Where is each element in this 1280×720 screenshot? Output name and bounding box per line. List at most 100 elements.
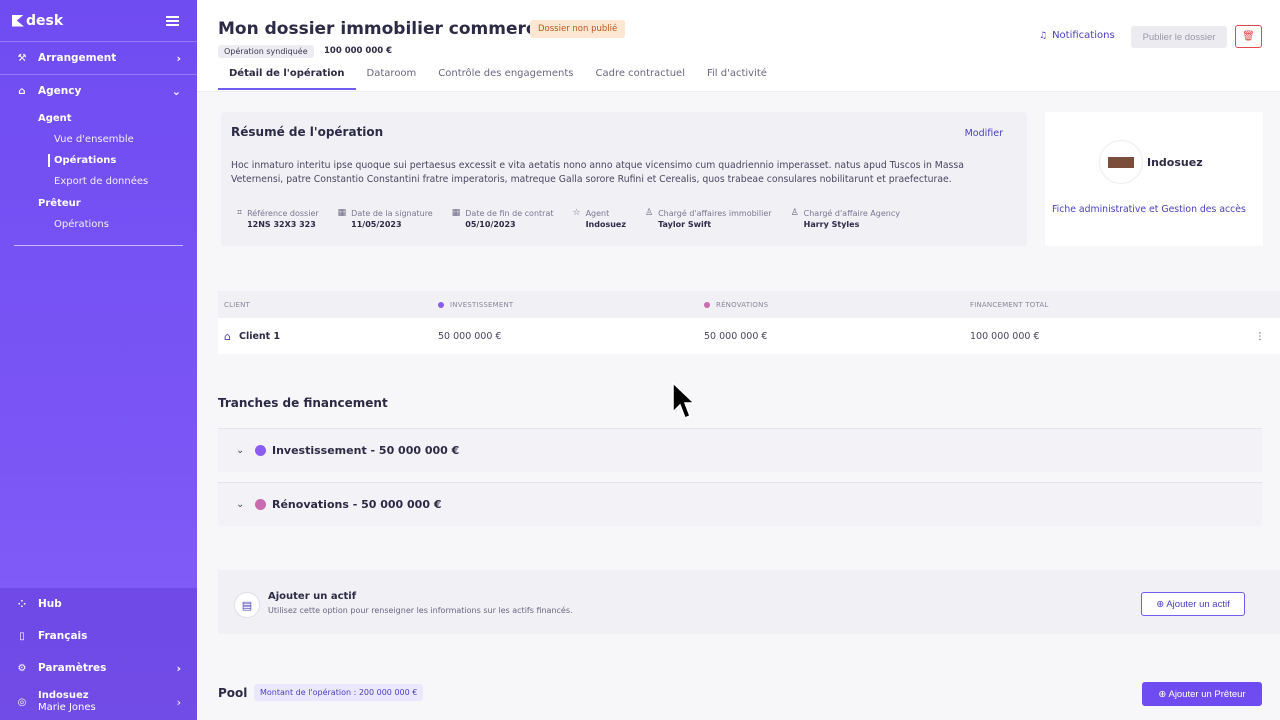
sidebar-item-label: Hub xyxy=(38,598,62,610)
summary-meta-row: ⌗ Référence dossier 12NS 32X3 323 ▦ Date … xyxy=(237,208,919,230)
page-title: Mon dossier immobilier commercial xyxy=(218,19,560,39)
asset-document-icon: ▤ xyxy=(234,592,260,618)
delete-button[interactable]: 🗑 xyxy=(1235,25,1262,48)
sidebar-item-label: Agency xyxy=(38,85,82,97)
tranche-label: Investissement - 50 000 000 € xyxy=(272,444,460,457)
page-header: Mon dossier immobilier commercial Dossie… xyxy=(197,0,1280,92)
tranche-renovations[interactable]: ⌄ Rénovations - 50 000 000 € xyxy=(218,482,1262,526)
cell-total: 100 000 000 € xyxy=(970,330,1040,342)
sidebar-header: desk xyxy=(0,0,197,42)
header-renovations: RÉNOVATIONS xyxy=(704,301,970,309)
tab-commitments-control[interactable]: Contrôle des engagements xyxy=(427,62,584,90)
user-icon: ♙ xyxy=(790,208,799,218)
sidebar-item-operations[interactable]: Opérations xyxy=(0,150,197,171)
meta-value: 11/05/2023 xyxy=(351,220,402,229)
sidebar-divider xyxy=(14,245,183,246)
chevron-right-icon: › xyxy=(176,695,181,709)
sidebar-section-lender: Prêteur xyxy=(38,198,81,209)
tab-operation-detail[interactable]: Détail de l'opération xyxy=(218,62,356,90)
tab-contract-framework[interactable]: Cadre contractuel xyxy=(585,62,696,90)
meta-value: 05/10/2023 xyxy=(465,220,516,229)
more-options-icon[interactable]: ⋮ xyxy=(1240,331,1280,342)
tranches-title: Tranches de financement xyxy=(218,396,388,410)
add-asset-button-label: Ajouter un actif xyxy=(1166,598,1230,610)
add-asset-title: Ajouter un actif xyxy=(268,591,357,602)
cell-client: ⌂ Client 1 xyxy=(218,330,438,343)
sidebar-item-overview[interactable]: Vue d'ensemble xyxy=(0,129,197,150)
add-lender-button[interactable]: ⊕ Ajouter un Prêteur xyxy=(1142,682,1262,706)
user-icon: ♙ xyxy=(645,208,654,218)
chevron-right-icon: › xyxy=(176,661,181,675)
main-content: Mon dossier immobilier commercial Dossie… xyxy=(197,0,1280,720)
cell-investissement: 50 000 000 € xyxy=(438,330,502,342)
mouse-cursor-icon xyxy=(672,382,696,419)
tag-icon: ⌗ xyxy=(237,208,243,218)
add-lender-button-label: Ajouter un Prêteur xyxy=(1168,688,1246,700)
admin-access-link[interactable]: Fiche administrative et Gestion des accè… xyxy=(1052,204,1246,215)
add-asset-panel: ▤ Ajouter un actif Utilisez cette option… xyxy=(218,570,1280,634)
chevron-down-icon: ⌄ xyxy=(171,84,181,98)
add-asset-button[interactable]: ⊕ Ajouter un actif xyxy=(1141,592,1245,616)
pool-title: Pool xyxy=(218,686,248,700)
meta-value: Indosuez xyxy=(585,220,626,229)
agent-name: Indosuez xyxy=(1147,156,1203,169)
header-label: INVESTISSEMENT xyxy=(450,300,514,309)
user-name: Marie Jones xyxy=(38,702,96,713)
user-menu[interactable]: ◎ Indosuez Marie Jones › xyxy=(0,684,197,720)
table-row[interactable]: ⌂ Client 1 50 000 000 € 50 000 000 € 100… xyxy=(218,318,1280,354)
user-info: Indosuez Marie Jones xyxy=(38,690,177,714)
investissement-dot xyxy=(438,301,444,308)
calendar-icon: ▦ xyxy=(337,208,347,218)
table-header: CLIENT INVESTISSEMENT RÉNOVATIONS FINANC… xyxy=(218,291,1280,318)
bank-logo-icon xyxy=(1108,156,1134,168)
meta-real-estate-manager: ♙ Chargé d'affaires immobilier Taylor Swi… xyxy=(645,208,772,230)
notifications-button[interactable]: ♫ Notifications xyxy=(1039,30,1115,41)
meta-agency-manager: ♙ Chargé d'affaire Agency Harry Styles xyxy=(791,208,900,230)
publish-button[interactable]: Publier le dossier xyxy=(1131,26,1227,48)
header-total: FINANCEMENT TOTAL xyxy=(970,300,1049,309)
bell-icon: ♫ xyxy=(1039,30,1048,41)
meta-label: Date de la signature xyxy=(351,209,433,218)
sidebar-item-language[interactable]: ▯ Français xyxy=(0,620,197,652)
hamburger-menu-icon[interactable] xyxy=(166,15,179,26)
sidebar-item-arrangement[interactable]: ⚒ Arrangement › xyxy=(0,42,197,74)
chevron-right-icon: › xyxy=(176,51,181,65)
tab-bar: Détail de l'opération Dataroom Contrôle … xyxy=(218,62,778,90)
sidebar-bottom-nav: ⁘ Hub ▯ Français ⚙ Paramètres › ◎ Indosu… xyxy=(0,588,197,720)
tab-dataroom[interactable]: Dataroom xyxy=(356,62,428,90)
gear-icon: ⚙ xyxy=(17,662,27,674)
tranche-color-dot xyxy=(255,499,266,510)
status-badge: Dossier non publié xyxy=(530,20,626,38)
sidebar-item-hub[interactable]: ⁘ Hub xyxy=(0,588,197,620)
meta-agent: ☆ Agent Indosuez xyxy=(572,208,626,230)
chevron-down-icon: ⌄ xyxy=(236,499,245,510)
sidebar-item-data-export[interactable]: Export de données xyxy=(0,171,197,192)
calendar-icon: ▦ xyxy=(451,208,461,218)
cell-renovations: 50 000 000 € xyxy=(704,330,768,342)
tranche-investissement[interactable]: ⌄ Investissement - 50 000 000 € xyxy=(218,428,1262,472)
sidebar-item-lender-operations[interactable]: Opérations xyxy=(0,214,197,235)
meta-label: Chargé d'affaire Agency xyxy=(803,209,900,218)
summary-title: Résumé de l'opération xyxy=(231,125,384,139)
meta-signature-date: ▦ Date de la signature 11/05/2023 xyxy=(338,208,433,230)
meta-label: Référence dossier xyxy=(247,209,319,218)
user-org: Indosuez xyxy=(38,690,89,701)
header-client: CLIENT xyxy=(224,300,250,309)
summary-description: Hoc inmaturo interitu ipse quoque sui pe… xyxy=(231,160,964,185)
modify-link[interactable]: Modifier xyxy=(965,128,1003,139)
meta-label: Date de fin de contrat xyxy=(465,209,554,218)
sidebar-item-settings[interactable]: ⚙ Paramètres › xyxy=(0,652,197,684)
meta-end-date: ▦ Date de fin de contrat 05/10/2023 xyxy=(452,208,554,230)
logo[interactable]: desk xyxy=(12,13,63,29)
sidebar-item-label: Paramètres xyxy=(38,662,107,674)
meta-label: Agent xyxy=(585,209,610,218)
meta-label: Chargé d'affaires immobilier xyxy=(658,209,772,218)
sidebar-item-agency[interactable]: ⌂ Agency ⌄ xyxy=(0,75,197,107)
user-circle-icon: ◎ xyxy=(17,696,27,708)
logo-text: desk xyxy=(26,12,64,29)
tranche-color-dot xyxy=(255,445,266,456)
add-asset-description: Utilisez cette option pour renseigner le… xyxy=(268,606,573,615)
meta-value: Harry Styles xyxy=(803,220,860,229)
tab-activity-feed[interactable]: Fil d'activité xyxy=(696,62,778,90)
star-icon: ☆ xyxy=(572,208,581,218)
